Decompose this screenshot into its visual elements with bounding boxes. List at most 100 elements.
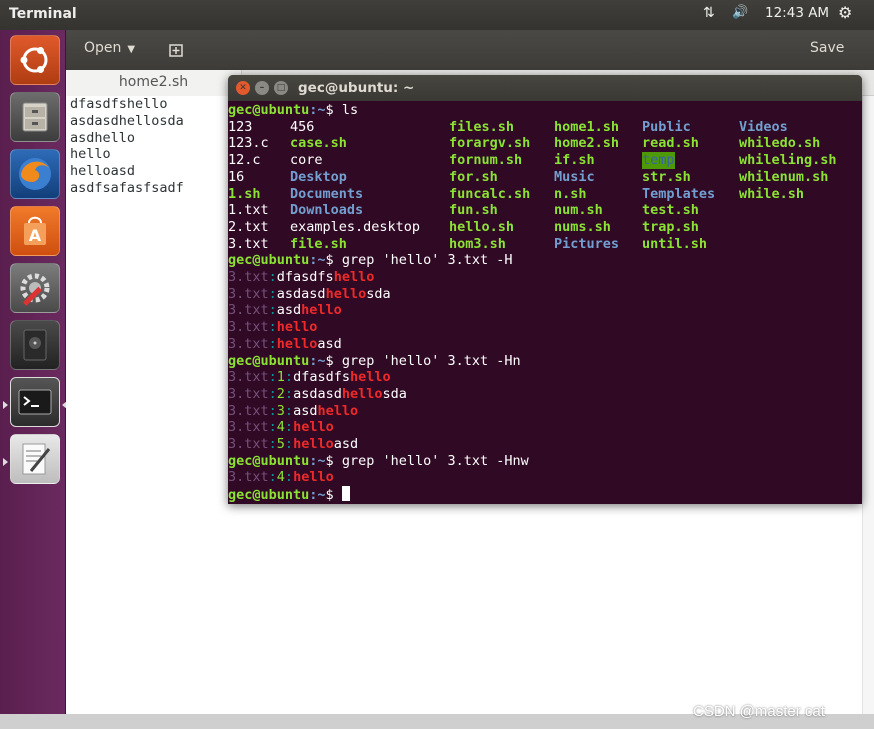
prompt-user: gec@ubuntu [228,352,310,369]
ls-entry: 123.c [228,135,269,152]
grep-text: dfasdfs [276,269,334,285]
editor-scrollbar[interactable] [862,96,874,714]
ls-entry: funcalc.sh [449,185,531,202]
grep-separator: : [268,285,277,302]
ls-entry: trap.sh [642,218,699,235]
minimize-icon[interactable]: – [255,81,269,95]
grep-filename: 3.txt [228,385,269,402]
editor-line: asdhello [70,129,136,146]
text-editor-launcher-icon[interactable] [10,434,60,484]
prompt-symbol: $ [325,352,342,369]
terminal-line: 3.txt:asdasdhellosda [228,286,391,303]
grep-separator: : [284,436,294,452]
ls-entry: 2.txt [228,218,269,235]
running-indicator-icon [3,458,8,466]
terminal-titlebar[interactable]: ✕ – □ gec@ubuntu: ~ [228,75,862,101]
ls-entry: Music [554,168,595,185]
ls-entry: nums.sh [554,218,611,235]
ls-entry: Videos [739,118,788,135]
ls-entry: Pictures [554,235,620,252]
tab-home2-sh[interactable]: home2.sh [66,70,242,96]
ls-entry: Downloads [290,202,364,219]
prompt-symbol: $ [325,252,342,269]
editor-line: asdfsafasfsadf [70,179,184,196]
terminal-output[interactable]: gec@ubuntu:~$ ls 123 123.c 12.c 16 1.sh 1.txt 2… [228,102,862,504]
ls-entry: temp [642,152,675,169]
grep-line-number: 2 [276,385,285,402]
close-icon[interactable]: ✕ [236,81,250,95]
editor-headerbar: Open ▼ Save [66,30,874,70]
settings-gear-icon[interactable]: ⚙ [838,3,852,22]
command-text: grep 'hello' 3.txt -Hn [341,352,521,369]
ls-entry: file.sh [290,235,347,252]
svg-text:A: A [29,226,42,245]
firefox-icon[interactable] [10,149,60,199]
grep-match: hello [341,385,383,402]
terminal-title: gec@ubuntu: ~ [298,80,415,96]
grep-match: hello [293,469,334,486]
editor-text-area[interactable]: dfasdfshello asdasdhellosda asdhello hello h… [70,96,184,197]
grep-separator: : [284,419,294,436]
grep-text: asdasd [293,385,342,402]
ls-entry: until.sh [642,235,708,252]
grep-match: hello [276,319,318,336]
grep-separator: : [268,319,277,336]
grep-filename: 3.txt [228,319,269,336]
new-document-button[interactable] [164,38,188,62]
ls-entry: num.sh [554,202,603,219]
grep-separator: : [268,419,277,436]
files-icon[interactable] [10,92,60,142]
ls-entry: whileling.sh [739,152,837,169]
clock[interactable]: 12:43 AM [765,5,829,21]
open-button[interactable]: Open ▼ [74,38,145,62]
open-label: Open [84,40,122,56]
grep-filename: 3.txt [228,335,269,352]
ls-entry: Desktop [290,168,347,185]
grep-filename: 3.txt [228,469,269,486]
firefox-globe-icon [19,158,51,190]
prompt-path: :~ [309,487,326,504]
launcher: A [0,30,67,714]
network-icon[interactable]: ⇅ [703,5,715,21]
grep-filename: 3.txt [228,302,269,319]
ls-entry: forargv.sh [449,135,531,152]
volume-icon[interactable]: 🔊 [732,5,748,20]
hard-drive-icon [23,329,47,361]
save-button[interactable]: Save [810,40,844,56]
ls-entry: 1.txt [228,202,269,219]
prompt-symbol: $ [325,102,342,118]
prompt-path: :~ [309,452,326,469]
disk-icon[interactable] [10,320,60,370]
ls-entry: whiledo.sh [739,135,821,152]
grep-line-number: 5 [276,436,285,452]
grep-filename: 3.txt [228,419,269,436]
ls-entry: files.sh [449,118,515,135]
ls-entry: test.sh [642,202,699,219]
top-panel: Terminal ⇅ 🔊 12:43 AM ⚙ [0,0,874,30]
ls-entry: read.sh [642,135,699,152]
ls-entry: hello.sh [449,218,515,235]
grep-text: dfasdfs [293,369,350,386]
terminal-launcher-icon[interactable] [10,377,60,427]
grep-separator: : [284,402,294,419]
grep-match: hello [293,436,334,452]
prompt-user: gec@ubuntu [228,102,310,118]
grep-separator: : [268,302,277,319]
ubuntu-dash-icon[interactable] [10,35,60,85]
ls-entry: whilenum.sh [739,168,829,185]
grep-separator: : [268,469,277,486]
grep-text: asd [293,402,318,419]
grep-match: hello [333,269,375,285]
terminal-line: 3.txt:4:hello [228,469,334,486]
grep-match: hello [301,302,342,319]
ls-entry: case.sh [290,135,347,152]
software-center-icon[interactable]: A [10,206,60,256]
terminal-line: 3.txt:1:dfasdfshello [228,369,391,386]
grep-filename: 3.txt [228,269,269,285]
grep-separator: : [268,269,277,285]
maximize-icon[interactable]: □ [274,81,288,95]
terminal-line: 3.txt:asdhello [228,302,342,319]
terminal-window: ✕ – □ gec@ubuntu: ~ gec@ubuntu:~$ ls 123 1… [228,75,862,504]
grep-match: hello [293,419,334,436]
system-settings-icon[interactable] [10,263,60,313]
